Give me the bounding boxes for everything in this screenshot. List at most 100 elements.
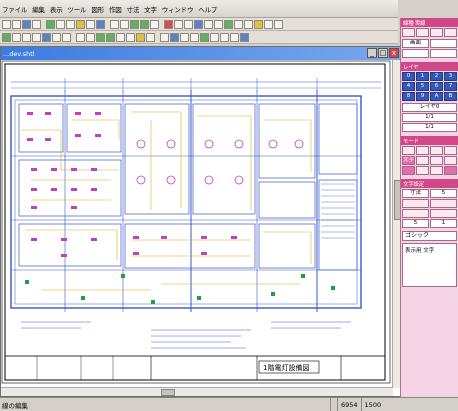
menu-edit[interactable]: 編集 xyxy=(32,4,45,14)
hatch-button[interactable] xyxy=(254,19,263,29)
pan-button[interactable] xyxy=(200,32,209,42)
offset-button[interactable] xyxy=(214,19,223,29)
arc-tool-button[interactable] xyxy=(76,19,85,29)
linetype-btn-5[interactable]: 画面 xyxy=(402,39,429,48)
menu-help[interactable]: ヘルプ xyxy=(198,4,217,14)
layer-btn-4[interactable]: 4 xyxy=(402,82,415,91)
mode-btn-11[interactable] xyxy=(430,166,443,175)
snap-near-button[interactable] xyxy=(62,32,71,42)
print-button[interactable] xyxy=(32,19,41,29)
settings-button[interactable] xyxy=(240,32,249,42)
layer-btn-1[interactable]: 1 xyxy=(416,72,429,81)
hscroll-thumb[interactable] xyxy=(161,389,175,396)
mode-btn-4[interactable] xyxy=(444,146,457,155)
switch-tool-button[interactable] xyxy=(126,32,135,42)
mode-btn-7[interactable] xyxy=(430,156,443,165)
linetype-btn-4[interactable] xyxy=(444,28,457,37)
scale-field-1[interactable]: 1/1 xyxy=(402,113,457,122)
menu-text[interactable]: 文字 xyxy=(144,4,157,14)
ortho-button[interactable] xyxy=(86,32,95,42)
mode-btn-3[interactable] xyxy=(430,146,443,155)
menu-window[interactable]: ウィンドウ xyxy=(162,4,194,14)
text-spacing-field[interactable]: 5 xyxy=(402,219,429,228)
maximize-button[interactable]: □ xyxy=(378,48,388,58)
undo-button[interactable] xyxy=(110,19,119,29)
copy-button[interactable] xyxy=(174,19,183,29)
wire-tool-button[interactable] xyxy=(96,32,105,42)
snap-end-button[interactable] xyxy=(12,32,21,42)
layer-btn-a[interactable]: A xyxy=(430,92,443,101)
linetype-btn-8[interactable] xyxy=(430,49,457,58)
layer-btn-7[interactable]: 7 xyxy=(444,82,457,91)
window-tile-button[interactable] xyxy=(220,32,229,42)
layer-btn-0[interactable]: 0 xyxy=(402,72,415,81)
redo-button[interactable] xyxy=(120,19,129,29)
linetype-btn-1[interactable] xyxy=(402,28,415,37)
save-button[interactable] xyxy=(22,19,31,29)
redraw-button[interactable] xyxy=(210,32,219,42)
trim-button[interactable] xyxy=(224,19,233,29)
drawing-canvas[interactable]: 1階電灯設備図 xyxy=(1,60,393,388)
text-height-field[interactable]: 5 xyxy=(430,189,457,198)
dimension-tool-button[interactable] xyxy=(96,19,105,29)
mode-btn-6[interactable] xyxy=(416,156,429,165)
layer-name-field[interactable]: レイヤ0 xyxy=(402,103,457,112)
outlet-tool-button[interactable] xyxy=(106,32,115,42)
circle-tool-button[interactable] xyxy=(66,19,75,29)
menu-dimension[interactable]: 寸法 xyxy=(127,4,140,14)
text-btn-4[interactable] xyxy=(430,199,457,208)
menu-view[interactable]: 表示 xyxy=(50,4,63,14)
layer-button[interactable] xyxy=(264,19,273,29)
menu-file[interactable]: ファイル xyxy=(2,4,27,14)
select-button[interactable] xyxy=(2,32,11,42)
snap-center-button[interactable] xyxy=(32,32,41,42)
snap-perp-button[interactable] xyxy=(52,32,61,42)
layer-btn-8[interactable]: 8 xyxy=(402,92,415,101)
menu-shape[interactable]: 図形 xyxy=(91,4,104,14)
insert-button[interactable] xyxy=(190,32,199,42)
menu-draw[interactable]: 作図 xyxy=(109,4,122,14)
mode-btn-5[interactable]: 文字 xyxy=(402,156,415,165)
mode-btn-10[interactable] xyxy=(416,166,429,175)
move-button[interactable] xyxy=(184,19,193,29)
layer-btn-3[interactable]: 3 xyxy=(444,72,457,81)
mode-btn-12[interactable] xyxy=(444,166,457,175)
text-btn-5[interactable] xyxy=(402,209,429,218)
layer-btn-2[interactable]: 2 xyxy=(430,72,443,81)
menu-tool[interactable]: ツール xyxy=(67,4,86,14)
zoom-in-button[interactable] xyxy=(130,19,139,29)
linetype-btn-2[interactable] xyxy=(416,28,429,37)
rect-tool-button[interactable] xyxy=(56,19,65,29)
text-input-area[interactable]: 表示用 文字 xyxy=(402,243,457,287)
property-button[interactable] xyxy=(274,19,283,29)
snap-mid-button[interactable] xyxy=(22,32,31,42)
mode-btn-2[interactable] xyxy=(416,146,429,155)
line-tool-button[interactable] xyxy=(46,19,55,29)
linetype-btn-3[interactable] xyxy=(430,28,443,37)
layer-btn-6[interactable]: 6 xyxy=(430,82,443,91)
mode-btn-8[interactable] xyxy=(444,156,457,165)
snap-intersect-button[interactable] xyxy=(42,32,51,42)
scale-field-2[interactable]: 1/1 xyxy=(402,123,457,132)
horizontal-scrollbar[interactable] xyxy=(1,387,393,396)
delete-button[interactable] xyxy=(164,19,173,29)
new-file-button[interactable] xyxy=(2,19,11,29)
linetype-btn-7[interactable] xyxy=(402,49,429,58)
panel-tool-button[interactable] xyxy=(136,32,145,42)
light-tool-button[interactable] xyxy=(116,32,125,42)
close-button[interactable]: x xyxy=(389,48,399,58)
font-selector[interactable]: ゴシック xyxy=(402,231,457,241)
mirror-button[interactable] xyxy=(204,19,213,29)
layer-btn-9[interactable]: 9 xyxy=(416,92,429,101)
text-btn-3[interactable] xyxy=(402,199,429,208)
area-button[interactable] xyxy=(170,32,179,42)
mode-btn-9[interactable] xyxy=(402,166,415,175)
layer-btn-b[interactable]: B xyxy=(444,92,457,101)
text-size-field[interactable]: 寸法 xyxy=(402,189,429,198)
fillet-button[interactable] xyxy=(244,19,253,29)
minimize-button[interactable]: _ xyxy=(367,48,377,58)
rotate-button[interactable] xyxy=(194,19,203,29)
mode-btn-1[interactable] xyxy=(402,146,415,155)
open-file-button[interactable] xyxy=(12,19,21,29)
grid-button[interactable] xyxy=(76,32,85,42)
